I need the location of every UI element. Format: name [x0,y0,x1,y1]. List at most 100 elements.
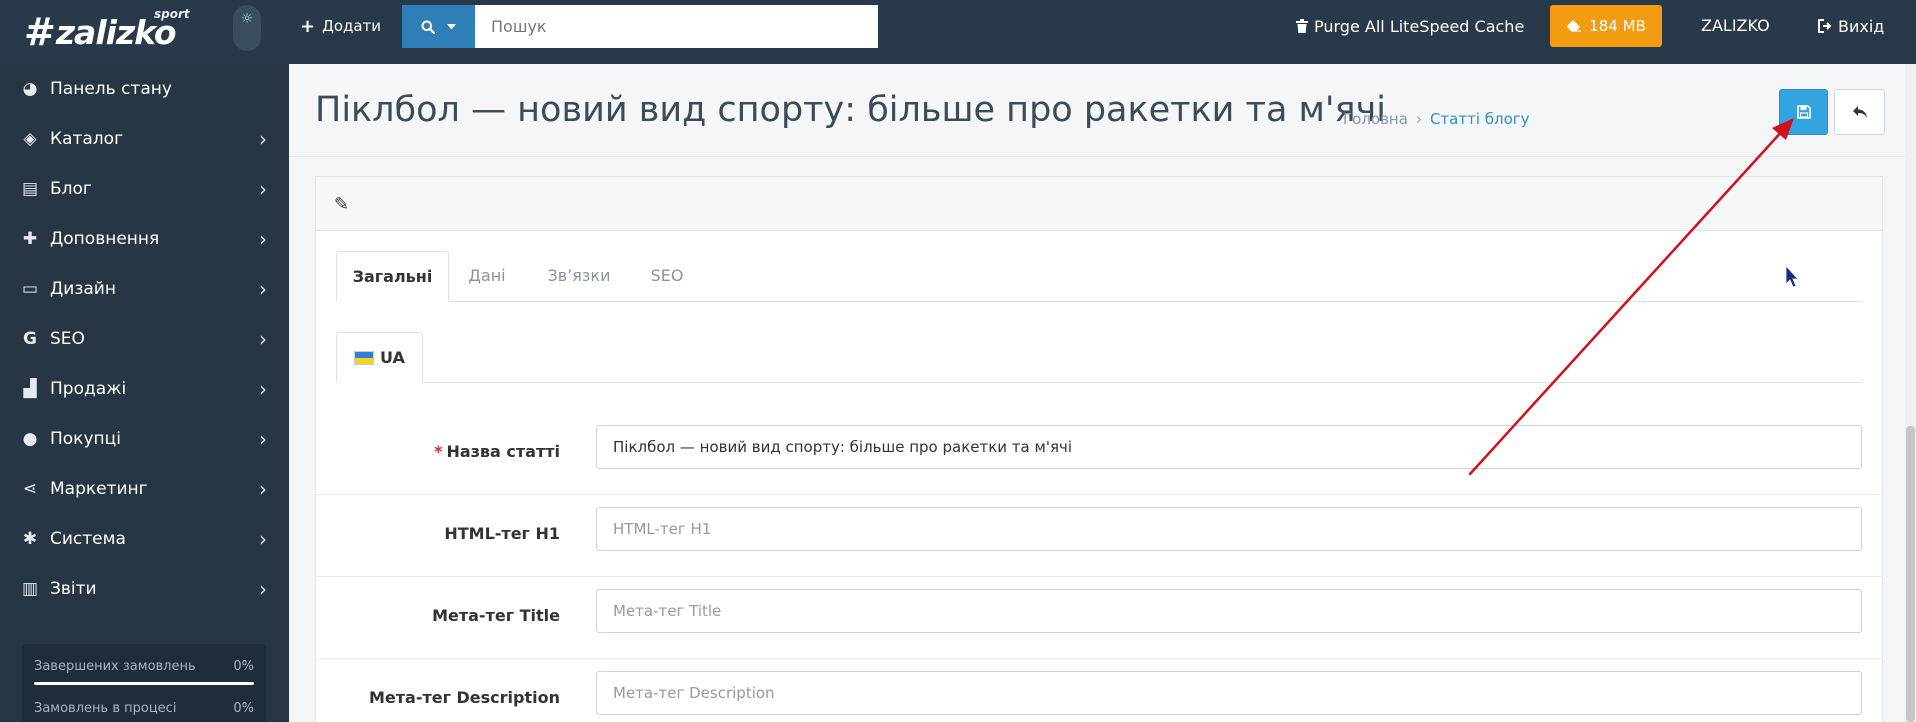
form-row-meta-description: Мета-тег Description [316,659,1882,722]
edit-panel: ✎ Загальні Дані Зв’язки SEO UA * Назва ст… [315,176,1883,722]
sidebar-item-customers[interactable]: ● Покупці › [0,414,289,464]
user-menu[interactable]: ZALIZKO [1701,13,1770,39]
article-name-input[interactable] [596,425,1862,469]
back-button[interactable] [1834,89,1885,135]
stat-label: Замовлень в процесі [34,701,177,716]
sidebar-item-label: Панель стану [50,79,172,99]
h1-input[interactable] [596,507,1862,551]
sidebar-item-blog[interactable]: ▤ Блог › [0,164,289,214]
chevron-right-icon: › [259,277,267,301]
sidebar-item-dashboard[interactable]: ◕ Панель стану [0,64,289,114]
share-icon: ⋖ [22,479,38,499]
article-name-label: * Назва статті [434,442,560,461]
search-input[interactable] [475,5,878,48]
scrollbar-thumb[interactable] [1906,426,1915,722]
main-tabs: Загальні Дані Зв’язки SEO [336,251,1862,302]
tags-icon: ◈ [23,129,37,149]
logo[interactable]: # zalizko sport [24,7,190,54]
sidebar-item-catalog[interactable]: ◈ Каталог › [0,114,289,164]
user-icon: ● [22,429,38,449]
search-dropdown-button[interactable] [402,5,475,48]
logo-hash: # [24,10,56,54]
caret-down-icon [447,23,456,29]
stat-value: 0% [233,701,254,716]
sidebar-item-seo[interactable]: G SEO › [0,314,289,364]
bar-chart-icon: ▥ [21,579,39,599]
sidebar-item-label: Блог [50,179,92,199]
tab-data[interactable]: Дані [449,251,525,302]
stat-value: 0% [233,659,254,674]
add-button[interactable]: + Додати [300,13,381,39]
monitor-icon: ▭ [21,279,39,299]
tab-seo[interactable]: SEO [633,251,701,302]
save-button[interactable] [1779,89,1828,135]
chevron-right-icon: › [259,127,267,151]
sidebar-item-label: Система [50,529,126,549]
chevron-right-icon: › [259,377,267,401]
sidebar-item-system[interactable]: ✱ Система › [0,514,289,564]
purge-label: Purge All LiteSpeed Cache [1314,16,1525,36]
trash-icon [1296,19,1308,33]
stat-label: Завершених замовлень [34,659,196,674]
sidebar-item-design[interactable]: ▭ Дизайн › [0,264,289,314]
search-icon [421,20,435,34]
language-label: UA [380,348,405,367]
puzzle-icon: ✚ [22,229,38,249]
panel-heading: ✎ [316,177,1882,231]
sidebar-item-reports[interactable]: ▥ Звіти › [0,564,289,614]
pencil-icon: ✎ [334,194,350,215]
sidebar-item-extensions[interactable]: ✚ Доповнення › [0,214,289,264]
logout-button[interactable]: Вихід [1818,13,1884,39]
google-icon: G [23,329,37,349]
eraser-icon [1566,20,1582,32]
form-row-meta-title: Мета-тег Title [316,577,1882,659]
top-header: # zalizko sport ☼ + Додати Purge All Lit… [0,0,1916,64]
breadcrumb-blog-articles[interactable]: Статті блогу [1430,110,1530,128]
save-icon [1796,105,1811,119]
meta-title-input[interactable] [596,589,1862,633]
chevron-right-icon: › [259,427,267,451]
cart-icon: ▟ [23,379,37,399]
sidebar: ◕ Панель стану ◈ Каталог › ▤ Блог › ✚ До… [0,64,289,722]
sidebar-item-label: Доповнення [50,229,160,249]
stat-processing: Замовлень в процесі 0% [34,701,254,716]
theme-toggle[interactable]: ☼ [233,5,261,51]
sidebar-item-marketing[interactable]: ⋖ Маркетинг › [0,464,289,514]
sidebar-item-sales[interactable]: ▟ Продажі › [0,364,289,414]
required-mark: * [434,442,443,461]
chevron-right-icon: › [259,227,267,251]
sidebar-item-label: Маркетинг [50,479,148,499]
sidebar-item-label: Продажі [50,379,127,399]
form-row-h1: HTML-тег H1 [316,495,1882,577]
tab-links[interactable]: Зв’язки [525,251,633,302]
sidebar-item-label: Звіти [50,579,97,599]
logout-icon [1818,19,1832,33]
breadcrumb-home[interactable]: Головна [1343,110,1408,128]
order-stats: Завершених замовлень 0% Замовлень в проц… [22,644,266,722]
cog-icon: ✱ [22,529,38,549]
memory-label: 184 MB [1589,17,1646,35]
chevron-right-icon: › [259,577,267,601]
language-tabs: UA [336,332,1862,383]
plus-icon: + [300,15,316,37]
stat-completed-bar [34,682,254,685]
logout-label: Вихід [1838,16,1885,36]
page-title: Піклбол — новий вид спорту: більше про р… [315,90,1387,130]
breadcrumb: Головна › Статті блогу [1343,110,1530,128]
page-header: Піклбол — новий вид спорту: більше про р… [289,64,1905,157]
tab-general[interactable]: Загальні [336,251,449,302]
stat-completed: Завершених замовлень 0% [34,659,254,674]
search-group [402,5,878,48]
meta-description-input[interactable] [596,671,1862,715]
book-icon: ▤ [21,179,39,199]
tab-language-ua[interactable]: UA [336,332,423,383]
meta-description-label: Мета-тег Description [368,688,560,707]
reply-icon [1852,106,1867,118]
sidebar-item-label: Дизайн [50,279,116,299]
sidebar-item-label: SEO [50,329,85,349]
memory-button[interactable]: 184 MB [1550,5,1662,47]
meta-title-label: Мета-тег Title [432,606,560,625]
purge-cache-button[interactable]: Purge All LiteSpeed Cache [1296,13,1524,39]
chevron-right-icon: › [259,477,267,501]
form-row-article-name: * Назва статті [316,413,1882,495]
